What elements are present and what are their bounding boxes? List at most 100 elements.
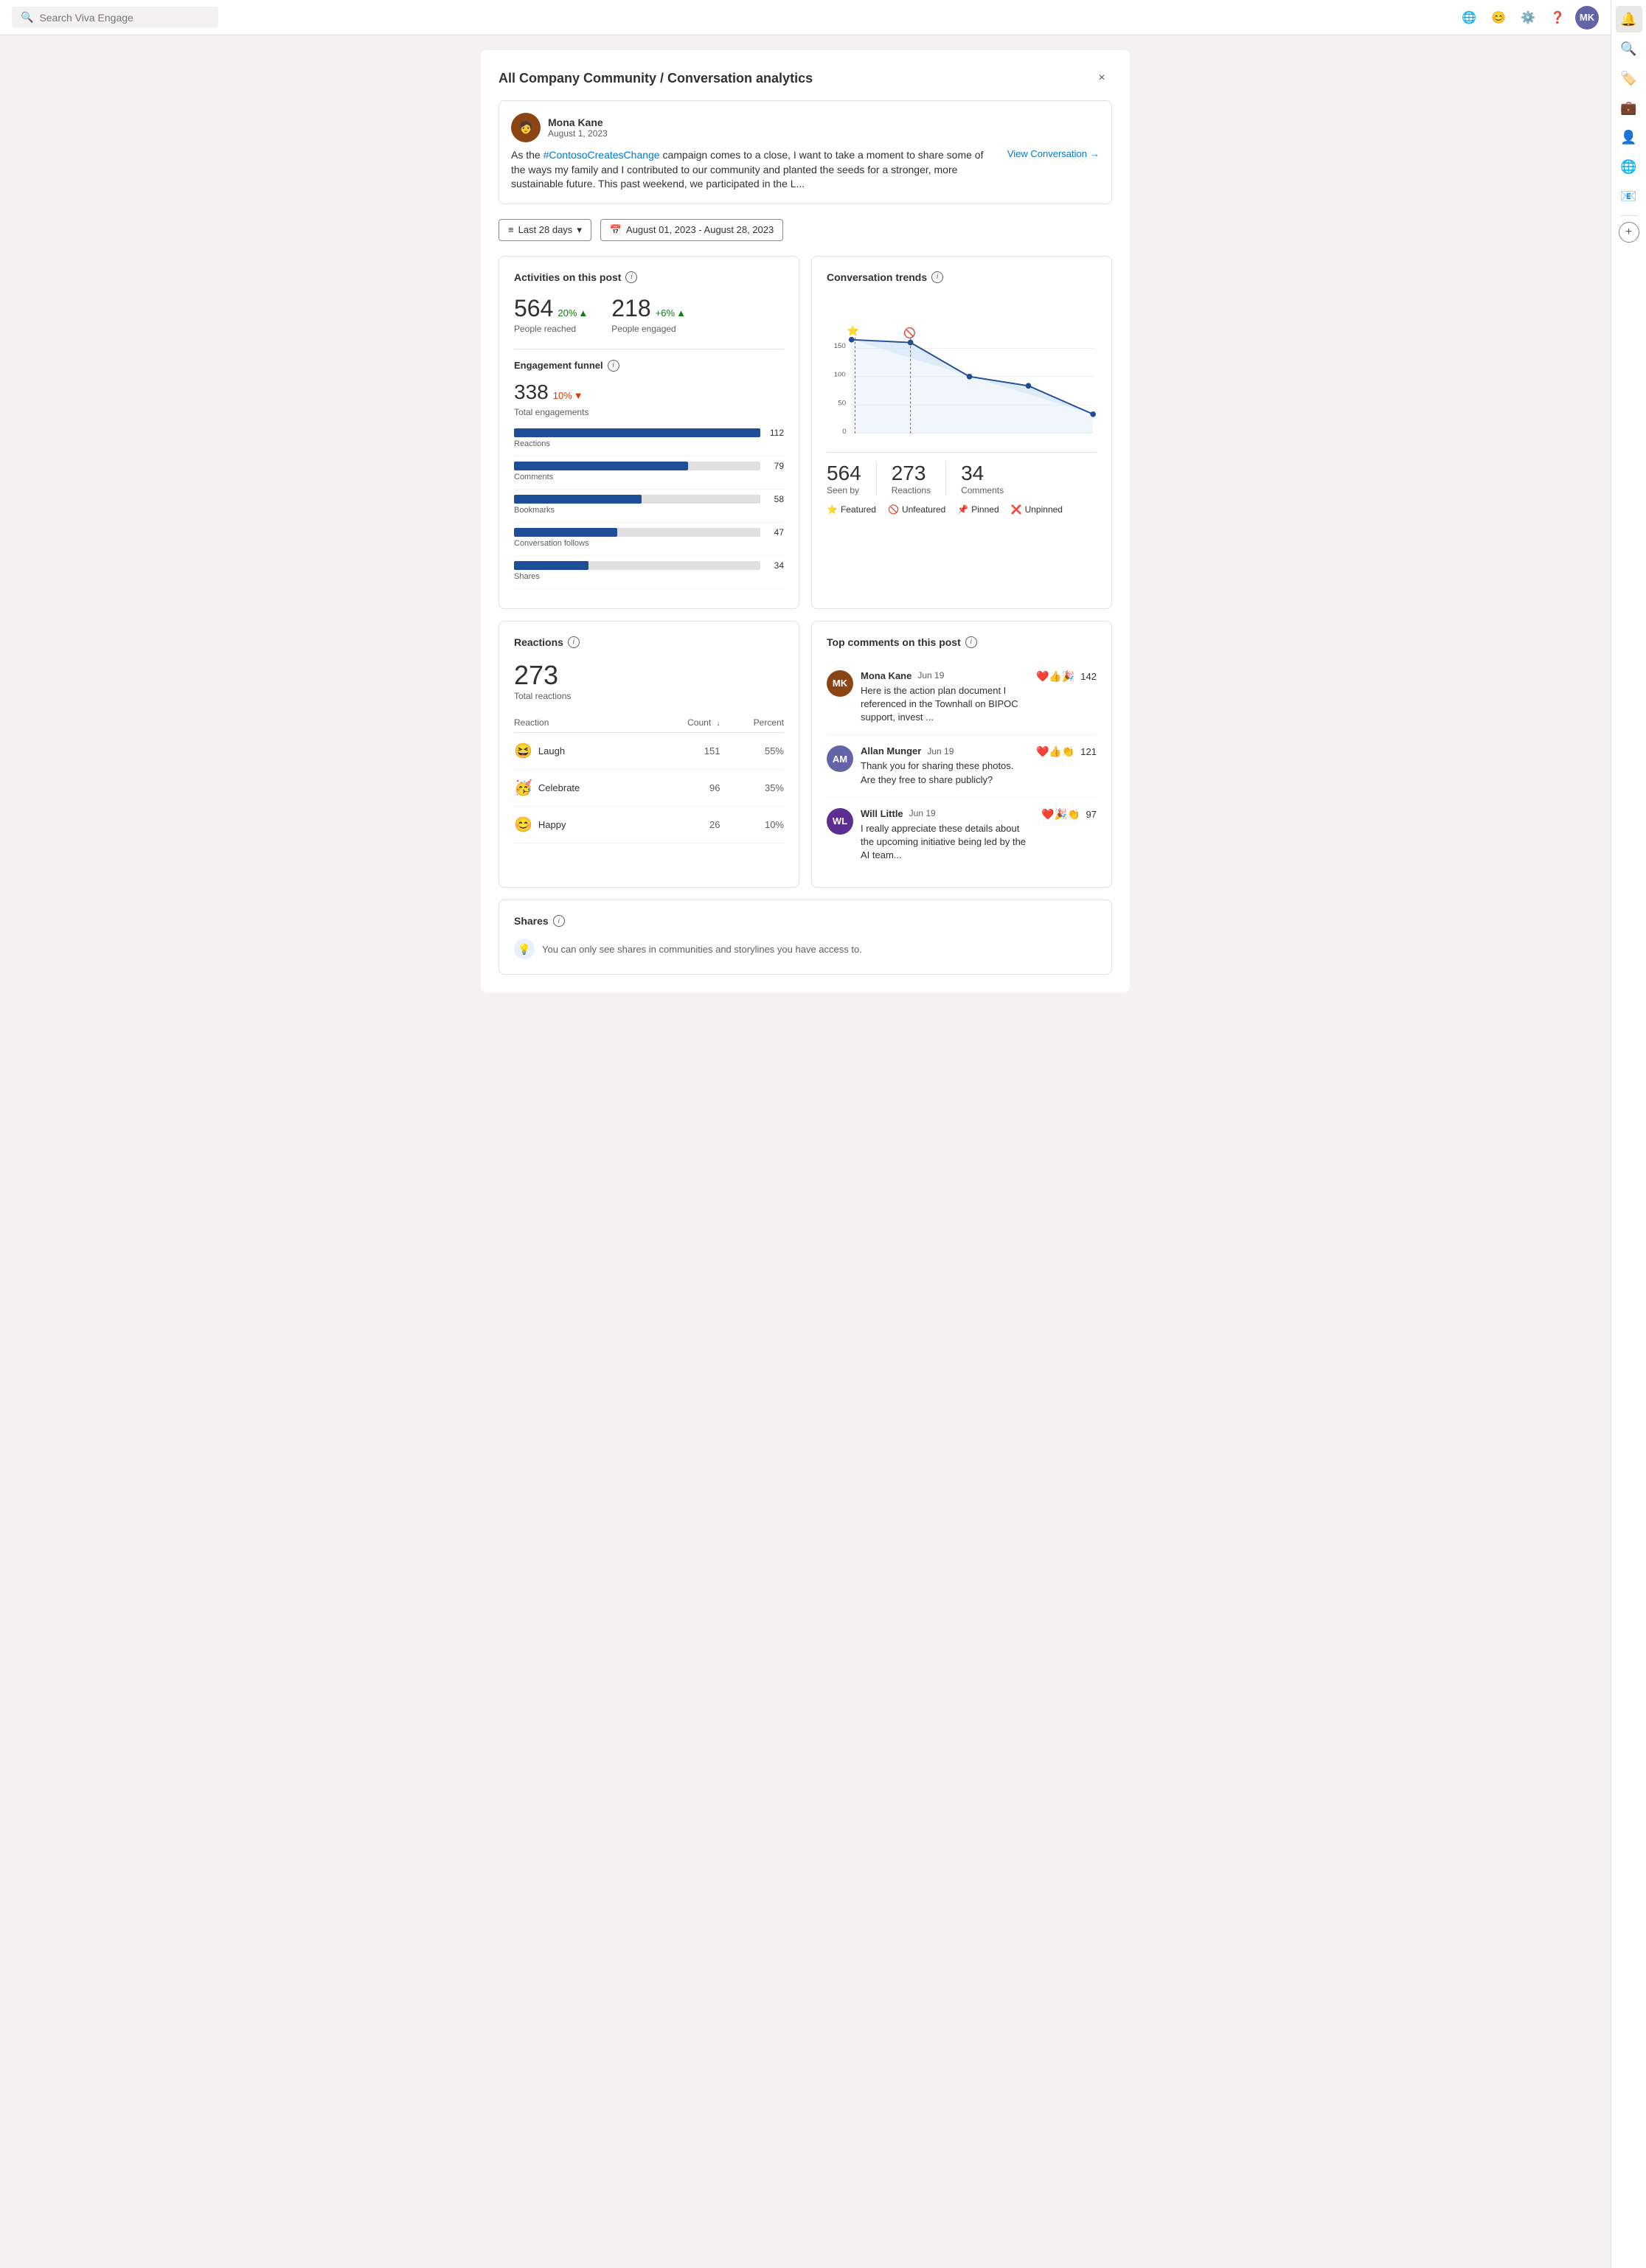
reactions-table: Reaction Count ↓ Percent 😆 Laugh 1: [514, 713, 784, 843]
settings-nav-icon[interactable]: ⚙️: [1516, 6, 1540, 29]
activities-stats-row: 564 20% ▲ People reached 218: [514, 295, 784, 334]
top-comments-info-icon[interactable]: i: [965, 636, 977, 648]
comment-avatar: MK: [827, 670, 853, 697]
trend-chart-svg: 0 50 100 150: [827, 295, 1097, 437]
user-avatar[interactable]: MK: [1575, 6, 1599, 29]
trends-info-icon[interactable]: i: [931, 271, 943, 283]
unpinned-legend: ❌ Unpinned: [1011, 504, 1063, 515]
add-button[interactable]: +: [1619, 222, 1639, 243]
shares-note-icon: 💡: [514, 939, 535, 959]
funnel-info-icon[interactable]: i: [608, 360, 619, 372]
comments-list: MK Mona Kane Jun 19 Here is the action p…: [827, 660, 1097, 873]
analytics-grid: Activities on this post i 564 20% ▲: [499, 256, 1112, 609]
funnel-row: 34 Shares: [514, 560, 784, 581]
reactions-tbody: 😆 Laugh 151 55% 🥳 Celebrate 96 35%: [514, 732, 784, 843]
mail-icon[interactable]: 📧: [1616, 183, 1642, 209]
top-comments-title: Top comments on this post i: [827, 636, 1097, 648]
comments-trend-stat: 34 Comments: [961, 462, 1018, 495]
shares-card-title: Shares i: [514, 915, 1097, 927]
svg-text:0: 0: [842, 428, 846, 436]
reactions-info-icon[interactable]: i: [568, 636, 580, 648]
table-row: 😆 Laugh 151 55%: [514, 732, 784, 769]
post-content: As the #ContosoCreatesChange campaign co…: [511, 148, 996, 192]
svg-text:🚫: 🚫: [903, 327, 916, 338]
nav-icons: 🌐 😊 ⚙️ ❓ MK: [1457, 6, 1599, 29]
close-button[interactable]: ×: [1091, 68, 1112, 88]
content-area: All Company Community / Conversation ana…: [0, 35, 1611, 2268]
svg-text:100: 100: [834, 371, 846, 379]
post-preview: 🧑 Mona Kane August 1, 2023 As the #Conto…: [499, 100, 1112, 204]
comment-avatar: AM: [827, 745, 853, 772]
reactions-card-title: Reactions i: [514, 636, 784, 648]
bottom-analytics-grid: Reactions i 273 Total reactions Reaction…: [499, 621, 1112, 888]
funnel-row: 79 Comments: [514, 461, 784, 481]
funnel-title: Engagement funnel i: [514, 360, 784, 372]
date-filter-row: ≡ Last 28 days ▾ 📅 August 01, 2023 - Aug…: [499, 219, 1112, 241]
reactions-trend-stat: 273 Reactions: [892, 462, 946, 495]
top-comments-card: Top comments on this post i MK Mona Kane…: [811, 621, 1112, 888]
view-conversation-button[interactable]: View Conversation →: [1007, 148, 1100, 159]
people-reached-stat: 564 20% ▲ People reached: [514, 295, 588, 334]
post-author-row: 🧑 Mona Kane August 1, 2023: [511, 113, 1100, 142]
search-bar[interactable]: 🔍: [12, 7, 218, 28]
count-col-header[interactable]: Count ↓: [652, 713, 720, 733]
globe-icon[interactable]: 🌐: [1616, 153, 1642, 180]
activities-card-title: Activities on this post i: [514, 271, 784, 283]
trend-legend: ⭐ Featured 🚫 Unfeatured 📌 Pinned ❌: [827, 504, 1097, 515]
shares-info-icon[interactable]: i: [553, 915, 565, 927]
trends-card-title: Conversation trends i: [827, 271, 1097, 283]
shares-note: 💡 You can only see shares in communities…: [514, 939, 1097, 959]
percent-col-header: Percent: [720, 713, 784, 733]
sidebar-divider: [1620, 215, 1638, 216]
post-content-row: As the #ContosoCreatesChange campaign co…: [511, 148, 1100, 192]
people-icon[interactable]: 👤: [1616, 124, 1642, 150]
funnel-bars: 112 Reactions 79 Comments: [514, 428, 784, 589]
globe-nav-icon[interactable]: 🌐: [1457, 6, 1481, 29]
comment-row: AM Allan Munger Jun 19 Thank you for sha…: [827, 735, 1097, 797]
reactions-card: Reactions i 273 Total reactions Reaction…: [499, 621, 799, 888]
panel-title: All Company Community / Conversation ana…: [499, 71, 813, 86]
featured-legend: ⭐ Featured: [827, 504, 876, 515]
search-icon[interactable]: 🔍: [1616, 35, 1642, 62]
analytics-panel: All Company Community / Conversation ana…: [481, 50, 1130, 992]
people-engaged-stat: 218 +6% ▲ People engaged: [611, 295, 686, 334]
emoji-nav-icon[interactable]: 😊: [1487, 6, 1510, 29]
funnel-row: 58 Bookmarks: [514, 494, 784, 515]
search-icon: 🔍: [21, 11, 33, 24]
seen-by-stat: 564 Seen by: [827, 462, 877, 495]
comment-avatar: WL: [827, 808, 853, 835]
svg-text:50: 50: [838, 399, 846, 407]
shares-card: Shares i 💡 You can only see shares in co…: [499, 900, 1112, 975]
period-filter-button[interactable]: ≡ Last 28 days ▾: [499, 219, 591, 241]
date-range-button[interactable]: 📅 August 01, 2023 - August 28, 2023: [600, 219, 783, 241]
post-author-avatar: 🧑: [511, 113, 541, 142]
search-input[interactable]: [39, 12, 209, 24]
tags-icon[interactable]: 🏷️: [1616, 65, 1642, 91]
pinned-legend: 📌 Pinned: [957, 504, 999, 515]
unfeatured-legend: 🚫 Unfeatured: [888, 504, 945, 515]
notifications-icon[interactable]: 🔔: [1616, 6, 1642, 32]
post-author-name: Mona Kane: [548, 116, 608, 128]
activities-card: Activities on this post i 564 20% ▲: [499, 256, 799, 609]
post-date: August 1, 2023: [548, 128, 608, 139]
right-sidebar: 🔔 🔍 🏷️ 💼 👤 🌐 📧 +: [1611, 0, 1646, 2268]
activities-info-icon[interactable]: i: [625, 271, 637, 283]
briefcase-icon[interactable]: 💼: [1616, 94, 1642, 121]
help-nav-icon[interactable]: ❓: [1546, 6, 1569, 29]
table-row: 🥳 Celebrate 96 35%: [514, 769, 784, 806]
comment-row: MK Mona Kane Jun 19 Here is the action p…: [827, 660, 1097, 736]
svg-text:150: 150: [834, 342, 846, 350]
main-wrapper: 🔍 🌐 😊 ⚙️ ❓ MK All Company Community / Co…: [0, 0, 1611, 2268]
funnel-row: 47 Conversation follows: [514, 527, 784, 548]
funnel-row: 112 Reactions: [514, 428, 784, 448]
comment-row: WL Will Little Jun 19 I really appreciat…: [827, 798, 1097, 873]
svg-text:⭐: ⭐: [847, 324, 859, 336]
hashtag[interactable]: #ContosoCreatesChange: [544, 149, 660, 161]
trends-card: Conversation trends i 0 50 100 150: [811, 256, 1112, 609]
table-row: 😊 Happy 26 10%: [514, 806, 784, 843]
trend-stats-row: 564 Seen by 273 Reactions 34 Comments: [827, 452, 1097, 495]
panel-header: All Company Community / Conversation ana…: [499, 68, 1112, 88]
reaction-col-header: Reaction: [514, 713, 652, 733]
top-nav: 🔍 🌐 😊 ⚙️ ❓ MK: [0, 0, 1611, 35]
trend-chart-area: 0 50 100 150: [827, 295, 1097, 441]
